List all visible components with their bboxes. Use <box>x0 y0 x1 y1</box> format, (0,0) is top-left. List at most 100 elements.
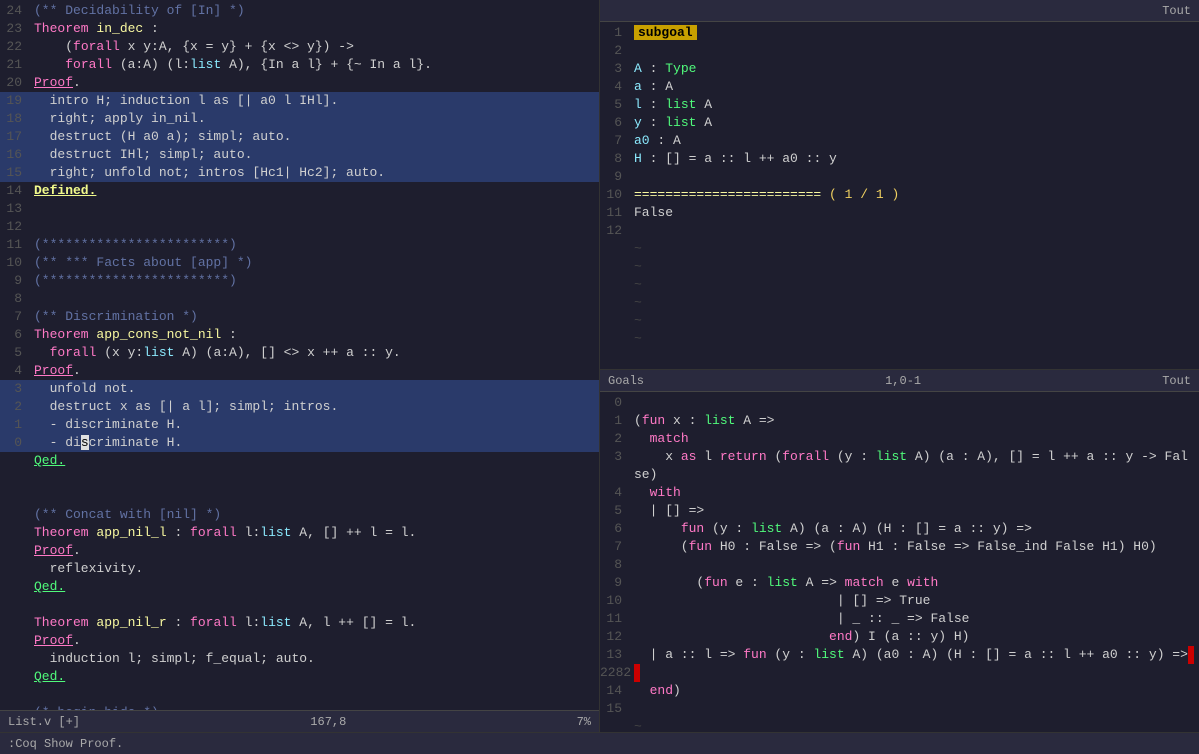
rt-line-1: 1 subgoal <box>600 24 1199 42</box>
code-line-3: 3 unfold not. <box>0 380 599 398</box>
rb-line-15: 15 <box>600 700 1199 718</box>
rt-line-5: 5 l : list A <box>600 96 1199 114</box>
code-line-6: 6 Theorem app_cons_not_nil : <box>0 326 599 344</box>
right-bottom-code: 0 1 (fun x : list A => 2 match 3 <box>600 392 1199 732</box>
code-line-11: 11 (************************) <box>0 236 599 254</box>
bottom-statusbar: :Coq Show Proof. <box>0 732 1199 754</box>
code-line-15: 15 right; unfold not; intros [Hc1| Hc2];… <box>0 164 599 182</box>
left-code-area[interactable]: 24 (** Decidability of [In] *) 23 Theore… <box>0 0 599 710</box>
code-line-1: 1 - discriminate H. <box>0 416 599 434</box>
right-bottom-statusbar: Goals 1,0-1 Tout <box>600 370 1199 392</box>
subgoal-badge: subgoal <box>634 25 697 40</box>
rt-line-8: 8 H : [] = a :: l ++ a0 :: y <box>600 150 1199 168</box>
code-line-induction: induction l; simpl; f_equal; auto. <box>0 650 599 668</box>
code-line-16: 16 destruct IHl; simpl; auto. <box>0 146 599 164</box>
code-line-theorem-app-nil-r: Theorem app_nil_r : forall l:list A, l +… <box>0 614 599 632</box>
rb-line-5: 5 | [] => <box>600 502 1199 520</box>
coq-command: :Coq Show Proof. <box>8 737 123 751</box>
rt-line-7: 7 a0 : A <box>600 132 1199 150</box>
right-top-status-tout: Tout <box>1162 4 1191 18</box>
goals-position: 1,0-1 <box>885 374 921 388</box>
rt-tilde-4: ~ <box>600 294 1199 312</box>
right-top-pane: Tout 1 subgoal 2 3 A : Type <box>600 0 1199 370</box>
code-line-9: 9 (************************) <box>0 272 599 290</box>
right-pane: Tout 1 subgoal 2 3 A : Type <box>600 0 1199 732</box>
rt-tilde-5: ~ <box>600 312 1199 330</box>
left-code-block: 24 (** Decidability of [In] *) 23 Theore… <box>0 0 599 710</box>
code-line-0: 0 - discriminate H. <box>0 434 599 452</box>
goals-tout: Tout <box>1162 374 1191 388</box>
code-line-blank1 <box>0 470 599 488</box>
right-top-statusbar: Tout <box>600 0 1199 22</box>
goals-label: Goals <box>608 374 644 388</box>
right-bottom-pane: Goals 1,0-1 Tout 0 1 (fun x : list A => <box>600 370 1199 732</box>
rt-line-4: 4 a : A <box>600 78 1199 96</box>
rb-line-1: 1 (fun x : list A => <box>600 412 1199 430</box>
rb-line-3: 3 x as l return (forall (y : list A) (a … <box>600 448 1199 466</box>
rt-line-12: 12 <box>600 222 1199 240</box>
code-line-blank3 <box>0 596 599 614</box>
rt-line-3: 3 A : Type <box>600 60 1199 78</box>
rb-line-7: 7 (fun H0 : False => (fun H1 : False => … <box>600 538 1199 556</box>
rb-line-2: 2 match <box>600 430 1199 448</box>
rb-line-8: 8 <box>600 556 1199 574</box>
code-line-refl: reflexivity. <box>0 560 599 578</box>
rt-tilde-3: ~ <box>600 276 1199 294</box>
code-line-20: 20 Proof. <box>0 74 599 92</box>
code-line-14: 14 Defined. <box>0 182 599 200</box>
code-line-qed2: Qed. <box>0 578 599 596</box>
code-line-theorem-app-nil-l: Theorem app_nil_l : forall l:list A, [] … <box>0 524 599 542</box>
rb-line-10: 10 | [] => True <box>600 592 1199 610</box>
code-line-10: 10 (** *** Facts about [app] *) <box>0 254 599 272</box>
code-line-7: 7 (** Discrimination *) <box>0 308 599 326</box>
code-line-18: 18 right; apply in_nil. <box>0 110 599 128</box>
rt-line-9: 9 <box>600 168 1199 186</box>
left-status-percent: 7% <box>577 715 591 729</box>
left-pane[interactable]: 24 (** Decidability of [In] *) 23 Theore… <box>0 0 600 732</box>
rb-line-0: 0 <box>600 394 1199 412</box>
goals-code-block: 0 1 (fun x : list A => 2 match 3 <box>600 392 1199 732</box>
main-container: 24 (** Decidability of [In] *) 23 Theore… <box>0 0 1199 754</box>
rb-line-2282: 2282 <box>600 664 1199 682</box>
code-line-21: 21 forall (a:A) (l:list A), {In a l} + {… <box>0 56 599 74</box>
code-line-comment-concat: (** Concat with [nil] *) <box>0 506 599 524</box>
code-line-qed3: Qed. <box>0 668 599 686</box>
code-line-proof-nil-r: Proof. <box>0 632 599 650</box>
rt-line-10: 10 ======================== ( 1 / 1 ) <box>600 186 1199 204</box>
code-line-blank4 <box>0 686 599 704</box>
rb-line-4: 4 with <box>600 484 1199 502</box>
rt-line-2: 2 <box>600 42 1199 60</box>
code-line-5: 5 forall (x y:list A) (a:A), [] <> x ++ … <box>0 344 599 362</box>
code-line-proof-nil-l: Proof. <box>0 542 599 560</box>
right-top-code: 1 subgoal 2 3 A : Type 4 a : A <box>600 22 1199 350</box>
code-line-2: 2 destruct x as [| a l]; simpl; intros. <box>0 398 599 416</box>
rt-line-11: 11 False <box>600 204 1199 222</box>
editor-area: 24 (** Decidability of [In] *) 23 Theore… <box>0 0 1199 732</box>
code-line-23: 23 Theorem in_dec : <box>0 20 599 38</box>
code-line-19: 19 intro H; induction l as [| a0 l IHl]. <box>0 92 599 110</box>
rb-line-14: 14 end) <box>600 682 1199 700</box>
code-line-24: 24 (** Decidability of [In] *) <box>0 2 599 20</box>
code-line-blank2 <box>0 488 599 506</box>
rt-tilde-2: ~ <box>600 258 1199 276</box>
rt-tilde-6: ~ <box>600 330 1199 348</box>
code-line-22: 22 (forall x y:A, {x = y} + {x <> y}) -> <box>0 38 599 56</box>
left-status-position: 167,8 <box>310 715 346 729</box>
code-line-qed1: Qed. <box>0 452 599 470</box>
code-line-17: 17 destruct (H a0 a); simpl; auto. <box>0 128 599 146</box>
rb-line-11: 11 | _ :: _ => False <box>600 610 1199 628</box>
code-line-13: 13 <box>0 200 599 218</box>
rb-tilde-1: ~ <box>600 718 1199 732</box>
rb-line-se: se) <box>600 466 1199 484</box>
left-status-filename: List.v [+] <box>8 715 80 729</box>
code-line-12: 12 <box>0 218 599 236</box>
rt-tilde-1: ~ <box>600 240 1199 258</box>
code-line-4: 4 Proof. <box>0 362 599 380</box>
rb-line-13: 13 | a :: l => fun (y : list A) (a0 : A)… <box>600 646 1199 664</box>
code-line-8: 8 <box>0 290 599 308</box>
rb-line-9: 9 (fun e : list A => match e with <box>600 574 1199 592</box>
rb-line-6: 6 fun (y : list A) (a : A) (H : [] = a :… <box>600 520 1199 538</box>
rb-line-12: 12 end) I (a :: y) H) <box>600 628 1199 646</box>
rt-line-6: 6 y : list A <box>600 114 1199 132</box>
left-statusbar: List.v [+] 167,8 7% <box>0 710 599 732</box>
